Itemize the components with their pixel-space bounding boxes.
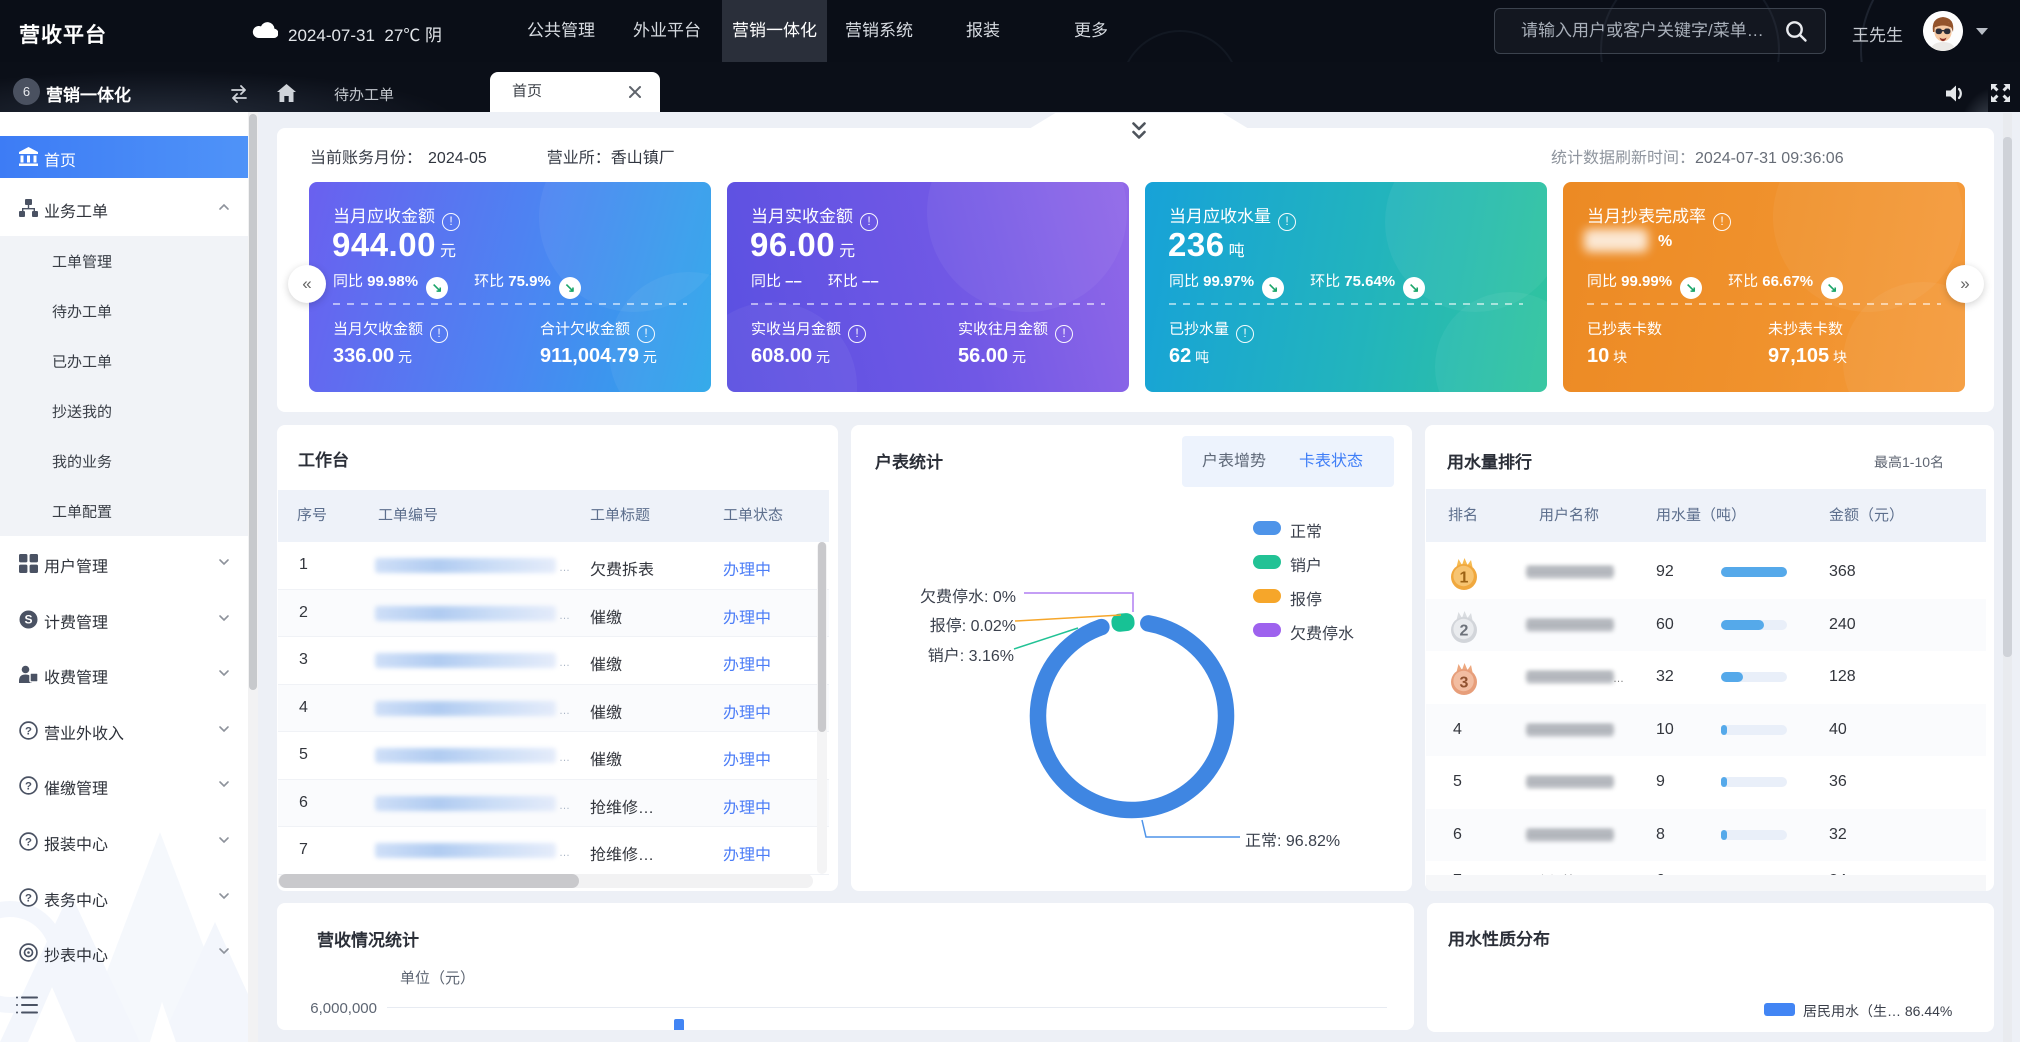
svg-text:2: 2 <box>1460 622 1469 639</box>
svg-text:?: ? <box>25 892 32 904</box>
svg-text:?: ? <box>25 836 32 848</box>
svg-text:?: ? <box>25 725 32 737</box>
svg-text:1: 1 <box>1460 570 1469 587</box>
svg-text:S: S <box>24 613 32 627</box>
svg-text:?: ? <box>25 780 32 792</box>
svg-text:3: 3 <box>1460 675 1469 692</box>
